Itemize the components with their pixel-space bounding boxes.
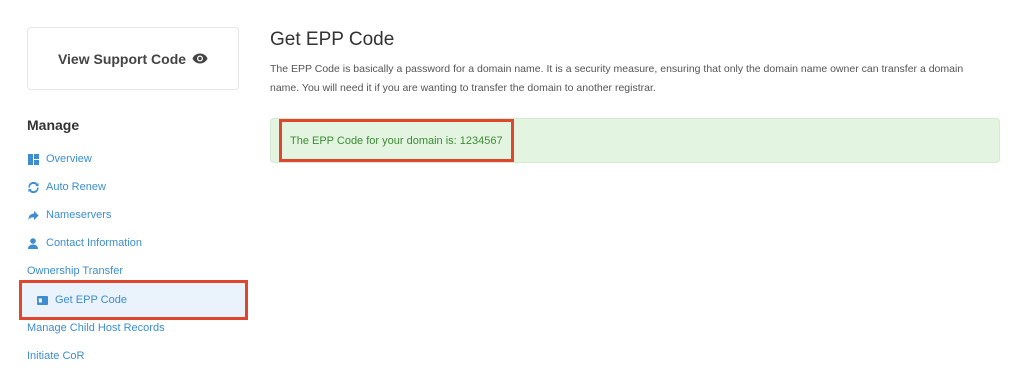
view-support-code-button[interactable]: View Support Code <box>27 27 239 90</box>
id-card-icon <box>36 294 48 306</box>
sidebar-item-label: Overview <box>46 153 92 165</box>
dashboard-icon <box>27 153 39 165</box>
sidebar-item-overview[interactable]: Overview <box>27 145 92 173</box>
sidebar-item-label: Initiate CoR <box>27 350 85 362</box>
sidebar-item-label: Manage Child Host Records <box>27 322 165 334</box>
sidebar-item-initiate-cor[interactable]: Initiate CoR <box>27 342 84 370</box>
view-support-code-label: View Support Code <box>57 50 187 67</box>
epp-code-alert: The EPP Code for your domain is: 1234567 <box>270 118 1000 163</box>
arrow-right-icon <box>27 209 39 221</box>
manage-heading: Manage <box>27 117 80 133</box>
sidebar-item-manage-child-host-records[interactable]: Manage Child Host Records <box>27 314 165 342</box>
sidebar-item-nameservers[interactable]: Nameservers <box>27 201 111 229</box>
page-title: Get EPP Code <box>270 29 395 50</box>
sidebar-item-label: Auto Renew <box>46 181 106 193</box>
sidebar-item-auto-renew[interactable]: Auto Renew <box>27 173 106 201</box>
sidebar-item-get-epp-code[interactable]: Get EPP Code <box>19 280 248 320</box>
sidebar-item-label: Contact Information <box>46 237 142 249</box>
sidebar-item-contact-information[interactable]: Contact Information <box>27 229 142 257</box>
eye-icon <box>192 53 208 64</box>
epp-code-text: The EPP Code for your domain is: 1234567 <box>279 119 514 162</box>
sidebar-item-label: Nameservers <box>46 209 112 221</box>
sidebar-item-label: Get EPP Code <box>55 294 127 306</box>
sidebar-item-label: Ownership Transfer <box>27 265 123 277</box>
page-description: The EPP Code is basically a password for… <box>270 63 964 94</box>
sidebar-item-ownership-transfer[interactable]: Ownership Transfer <box>27 257 123 285</box>
user-icon <box>27 237 39 249</box>
sync-icon <box>27 181 39 193</box>
